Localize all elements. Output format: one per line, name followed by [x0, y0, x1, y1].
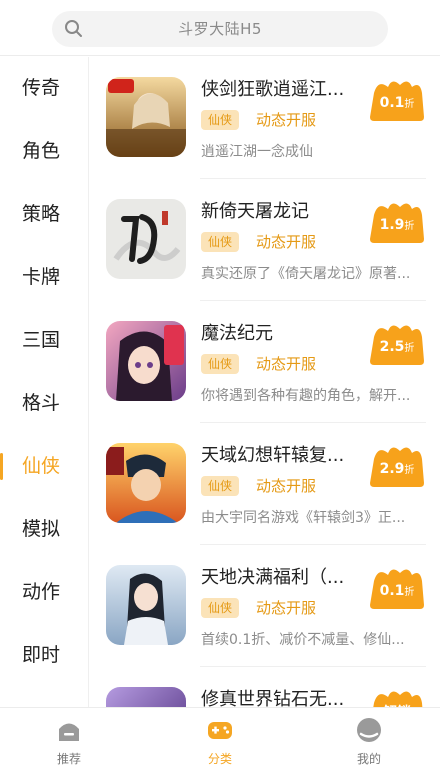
- game-title: 魔法纪元: [201, 323, 273, 344]
- sidebar-item[interactable]: 卡牌: [0, 246, 89, 309]
- discount-badge: 解锁: [368, 687, 426, 707]
- profile-icon: [357, 718, 381, 742]
- top-bar: 斗罗大陆H5: [0, 0, 440, 56]
- game-title: 新倚天屠龙记: [201, 201, 309, 222]
- game-title: 修真世界钻石无...: [201, 689, 345, 707]
- game-row[interactable]: 修真世界钻石无... 解锁: [90, 667, 440, 707]
- game-description: 首续0.1折、减价不减量、修仙...: [201, 632, 405, 648]
- server-mode: 动态开服: [256, 355, 317, 373]
- discount-badge: 2.9折: [368, 443, 426, 487]
- game-tag: 仙侠: [201, 110, 240, 130]
- game-thumbnail: [106, 443, 186, 523]
- discount-unit: 折: [404, 587, 415, 598]
- game-tag: 仙侠: [201, 476, 240, 496]
- game-title: 侠剑狂歌逍遥江...: [201, 79, 345, 100]
- discount-value: 2.9: [379, 461, 405, 477]
- sidebar-item[interactable]: 策略: [0, 183, 89, 246]
- game-row[interactable]: 新倚天屠龙记 仙侠 动态开服 真实还原了《倚天屠龙记》原著... 1.9折: [90, 179, 440, 301]
- nav-label: 我的: [356, 752, 381, 766]
- game-description: 逍遥江湖一念成仙: [201, 144, 313, 160]
- game-description: 真实还原了《倚天屠龙记》原著...: [201, 266, 411, 282]
- nav-category[interactable]: 分类: [165, 708, 275, 770]
- discount-value: 2.5: [379, 339, 405, 355]
- game-tag: 仙侠: [201, 354, 240, 374]
- nav-label: 推荐: [56, 752, 81, 766]
- game-tag: 仙侠: [201, 598, 240, 618]
- sidebar-item[interactable]: 传奇: [0, 57, 89, 120]
- sidebar-item[interactable]: 模拟: [0, 498, 89, 561]
- search-input[interactable]: 斗罗大陆H5: [52, 11, 388, 47]
- sidebar-item[interactable]: 角色: [0, 120, 89, 183]
- nav-profile[interactable]: 我的: [314, 708, 424, 770]
- game-thumbnail: [106, 77, 186, 157]
- sidebar-item-active[interactable]: 仙侠: [0, 435, 89, 498]
- sidebar-item[interactable]: 即时: [0, 624, 89, 687]
- game-description: 你将遇到各种有趣的角色，解开...: [201, 388, 411, 404]
- discount-unit: 折: [404, 221, 415, 232]
- game-title: 天域幻想轩辕复...: [201, 445, 345, 466]
- nav-label: 分类: [207, 752, 232, 766]
- sidebar-item[interactable]: 动作: [0, 561, 89, 624]
- game-row[interactable]: 天地决满福利（... 仙侠 动态开服 首续0.1折、减价不减量、修仙... 0.…: [90, 545, 440, 667]
- discount-unit: 折: [404, 343, 415, 354]
- discount-badge: 0.1折: [368, 77, 426, 121]
- game-tag: 仙侠: [201, 232, 240, 252]
- server-mode: 动态开服: [256, 111, 317, 129]
- discount-unit: 折: [404, 465, 415, 476]
- server-mode: 动态开服: [256, 477, 317, 495]
- game-thumbnail: [106, 321, 186, 401]
- gamepad-icon: [208, 722, 232, 739]
- discount-unit: 折: [404, 99, 415, 110]
- home-icon: [59, 723, 79, 741]
- search-placeholder: 斗罗大陆H5: [178, 20, 262, 38]
- discount-badge: 2.5折: [368, 321, 426, 365]
- server-mode: 动态开服: [256, 233, 317, 251]
- game-row[interactable]: 魔法纪元 仙侠 动态开服 你将遇到各种有趣的角色，解开... 2.5折: [90, 301, 440, 423]
- discount-badge: 1.9折: [368, 199, 426, 243]
- game-thumbnail: [106, 687, 186, 707]
- discount-value: 0.1: [379, 95, 405, 111]
- category-sidebar: 传奇 角色 策略 卡牌 三国 格斗 仙侠 模拟 动作 即时: [0, 57, 89, 707]
- game-row[interactable]: 天域幻想轩辕复... 仙侠 动态开服 由大宇同名游戏《轩辕剑3》正... 2.9…: [90, 423, 440, 545]
- game-title: 天地决满福利（...: [201, 567, 345, 588]
- game-thumbnail: [106, 565, 186, 645]
- discount-value: 1.9: [379, 217, 405, 233]
- discount-value: 0.1: [379, 583, 405, 599]
- discount-badge: 0.1折: [368, 565, 426, 609]
- sidebar-item[interactable]: 格斗: [0, 372, 89, 435]
- nav-recommend[interactable]: 推荐: [14, 708, 124, 770]
- server-mode: 动态开服: [256, 599, 317, 617]
- bottom-nav: 推荐 分类 我的: [0, 707, 440, 770]
- game-list: 侠剑狂歌逍遥江... 仙侠 动态开服 逍遥江湖一念成仙 0.1折 新倚天屠龙记 …: [90, 57, 440, 707]
- sidebar-item[interactable]: 三国: [0, 309, 89, 372]
- game-row[interactable]: 侠剑狂歌逍遥江... 仙侠 动态开服 逍遥江湖一念成仙 0.1折: [90, 57, 440, 179]
- game-description: 由大宇同名游戏《轩辕剑3》正...: [201, 510, 406, 526]
- game-thumbnail: [106, 199, 186, 279]
